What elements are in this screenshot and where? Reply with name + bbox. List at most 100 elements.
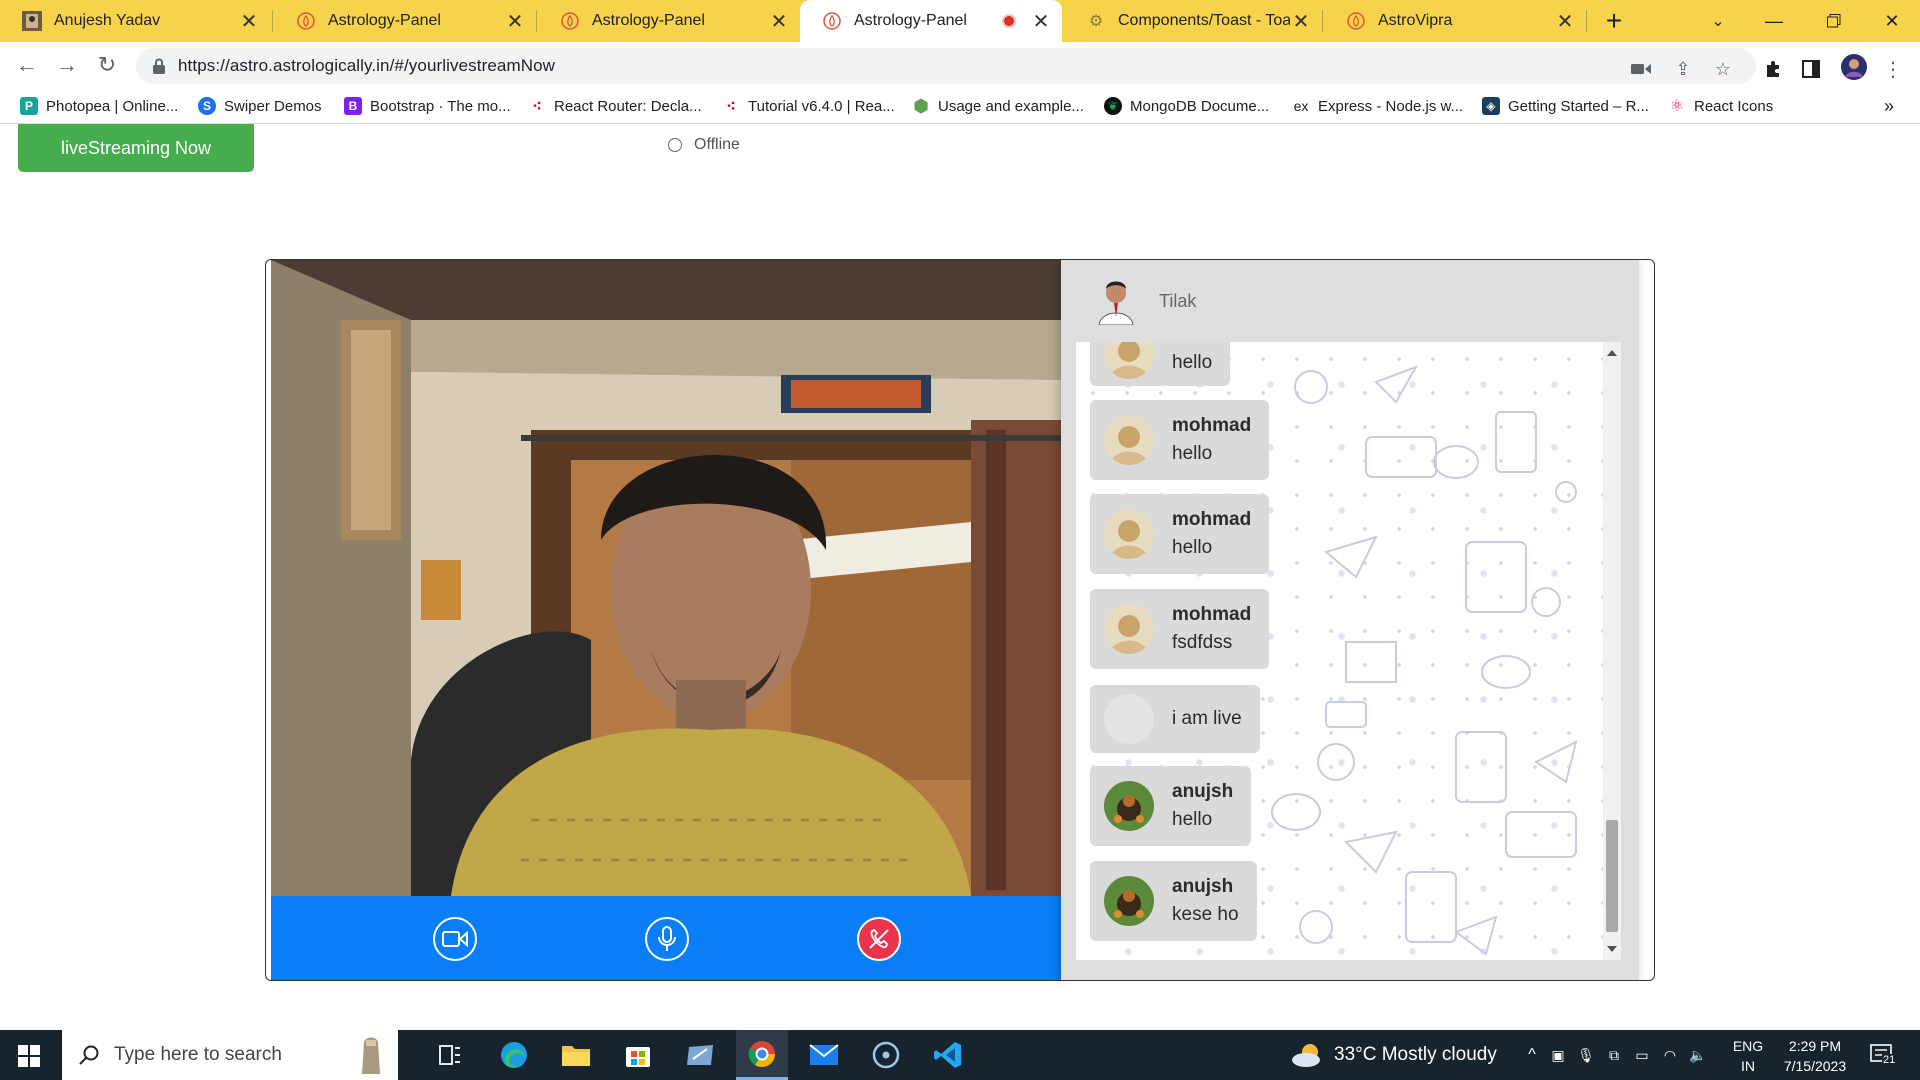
profile-avatar[interactable] — [1840, 53, 1868, 81]
chat-messages[interactable]: hello mohmad hello mohmad hello mohmad f… — [1076, 342, 1603, 960]
message-text: fsdfdss — [1172, 632, 1233, 653]
chat-panel: Tilak hello mohmad hello mohmad hello mo… — [1061, 260, 1639, 980]
file-explorer-icon[interactable] — [550, 1030, 602, 1080]
cloudy-weather-icon — [1292, 1044, 1320, 1067]
bookmark-express[interactable]: ex Express - Node.js w... — [1292, 94, 1463, 118]
close-icon[interactable]: ✕ — [1290, 9, 1312, 34]
tab-components-toast[interactable]: ⚙ Components/Toast - Toast ✕ — [1064, 0, 1322, 42]
end-call-icon[interactable] — [857, 917, 901, 961]
message-text: hello — [1172, 443, 1213, 464]
edge-browser-icon[interactable] — [488, 1030, 540, 1080]
tab-astrovipra[interactable]: AstroVipra ✕ — [1324, 0, 1586, 42]
windows-start-icon[interactable] — [18, 1045, 40, 1067]
bookmark-usage-examples[interactable]: ⬢ Usage and example... — [912, 94, 1084, 118]
camera-tray-icon[interactable]: ▣ — [1544, 1047, 1572, 1064]
forward-arrow-icon[interactable]: → — [52, 50, 82, 80]
close-icon[interactable]: ✕ — [238, 9, 260, 34]
back-arrow-icon[interactable]: ← — [12, 50, 42, 80]
microphone-tray-icon[interactable]: 🎙 — [1572, 1047, 1600, 1064]
close-icon[interactable]: ✕ — [504, 9, 526, 34]
chat-message: anujsh hello — [1090, 766, 1252, 846]
bookmark-getting-started[interactable]: ◈ Getting Started – R... — [1482, 94, 1649, 118]
message-text: hello — [1172, 352, 1213, 373]
scrollbar-thumb[interactable] — [1606, 820, 1618, 932]
livestream-panel: Tilak hello mohmad hello mohmad hello mo… — [265, 259, 1655, 981]
message-text: hello — [1172, 537, 1213, 558]
video-camera-icon[interactable] — [433, 917, 477, 961]
offline-radio[interactable] — [668, 138, 682, 152]
mail-icon[interactable] — [798, 1030, 850, 1080]
bookmarks-overflow-button[interactable]: » — [1884, 94, 1894, 118]
status-toggle[interactable]: Offline — [668, 136, 740, 154]
share-icon[interactable]: ⇪ — [1672, 58, 1694, 80]
tab-astrology-panel-2[interactable]: Astrology-Panel ✕ — [538, 0, 800, 42]
bookmark-swiper[interactable]: S Swiper Demos — [198, 94, 322, 118]
message-content: anujsh kese ho — [1172, 876, 1239, 926]
vscode-icon[interactable] — [922, 1030, 974, 1080]
battery-icon[interactable]: ▭ — [1628, 1047, 1656, 1064]
tab-astrology-panel-active[interactable]: Astrology-Panel ✕ — [800, 0, 1062, 42]
close-icon[interactable]: ✕ — [1554, 9, 1576, 34]
message-text: i am live — [1172, 708, 1242, 729]
new-tab-button[interactable]: + — [1596, 0, 1632, 42]
reload-icon[interactable]: ↻ — [92, 50, 122, 80]
message-content: i am live — [1172, 708, 1242, 730]
wifi-icon[interactable]: ◠ — [1656, 1047, 1684, 1064]
hexagon-icon: ⬢ — [913, 95, 929, 116]
bookmark-photopea[interactable]: P Photopea | Online... — [20, 94, 178, 118]
bookmark-star-icon[interactable]: ☆ — [1712, 58, 1734, 80]
live-streaming-button[interactable]: liveStreaming Now — [18, 124, 254, 172]
volume-icon[interactable]: 🔈 — [1684, 1047, 1712, 1064]
whiteboard-app-icon[interactable] — [674, 1030, 726, 1080]
extensions-puzzle-icon[interactable] — [1762, 58, 1784, 80]
camera-in-use-icon[interactable] — [1630, 58, 1652, 80]
system-tray: ^ ▣ 🎙 ⧉ ▭ ◠ 🔈 — [1520, 1030, 1712, 1080]
chrome-browser-icon[interactable] — [736, 1030, 788, 1080]
photopea-icon: P — [20, 97, 38, 115]
bookmark-react-icons[interactable]: ⚛ React Icons — [1668, 94, 1773, 118]
restore-button[interactable] — [1804, 0, 1864, 42]
bookmark-mongodb[interactable]: ❦ MongoDB Docume... — [1104, 94, 1269, 118]
video-feed — [271, 260, 1061, 896]
side-panel-icon[interactable] — [1800, 58, 1822, 80]
message-content: mohmad hello — [1172, 415, 1251, 465]
weather-widget[interactable]: 33°C Mostly cloudy — [1290, 1030, 1497, 1080]
bookmark-react-router[interactable]: ⁖ React Router: Decla... — [528, 94, 701, 118]
chat-message: mohmad fsdfdss — [1090, 589, 1270, 669]
screen-capture-icon[interactable]: ⧉ — [1600, 1047, 1628, 1064]
tab-title: Astrology-Panel — [592, 12, 705, 29]
address-bar[interactable]: https://astro.astrologically.in/#/yourli… — [136, 48, 1756, 84]
astro-flame-icon — [1346, 11, 1366, 31]
close-window-button[interactable]: ✕ — [1862, 0, 1920, 42]
microsoft-store-icon[interactable] — [612, 1030, 664, 1080]
tab-astrology-panel-1[interactable]: Astrology-Panel ✕ — [274, 0, 536, 42]
bookmark-label: Usage and example... — [938, 97, 1084, 115]
chevron-up-icon[interactable]: ^ — [1520, 1046, 1544, 1064]
tab-anujesh-yadav[interactable]: Anujesh Yadav ✕ — [0, 0, 270, 42]
input-language-indicator[interactable]: ENG IN — [1730, 1036, 1766, 1076]
tab-divider — [1586, 10, 1587, 32]
scroll-up-arrow-icon[interactable] — [1607, 350, 1617, 356]
express-icon: ex — [1293, 98, 1309, 114]
taskbar-search-box[interactable]: Type here to search — [62, 1030, 398, 1080]
bookmark-tutorial[interactable]: ⁖ Tutorial v6.4.0 | Rea... — [722, 94, 895, 118]
scroll-down-arrow-icon[interactable] — [1607, 946, 1617, 952]
clock[interactable]: 2:29 PM 7/15/2023 — [1770, 1036, 1860, 1076]
search-icon — [79, 1045, 99, 1065]
microphone-icon[interactable] — [645, 917, 689, 961]
bookmark-bootstrap[interactable]: B Bootstrap · The mo... — [344, 94, 511, 118]
search-placeholder: Type here to search — [114, 1044, 282, 1065]
task-view-icon[interactable] — [424, 1030, 476, 1080]
status-label: Offline — [694, 136, 740, 153]
chat-scrollbar[interactable] — [1603, 342, 1621, 960]
menu-kebab-icon[interactable]: ⋮ — [1882, 58, 1904, 81]
chat-message: mohmad hello — [1090, 400, 1270, 480]
notification-center-icon[interactable]: 21 — [1868, 1042, 1900, 1070]
tab-search-chevron-icon[interactable]: ⌄ — [1688, 0, 1748, 42]
close-icon[interactable]: ✕ — [768, 9, 790, 34]
lock-icon — [153, 58, 165, 74]
close-icon[interactable]: ✕ — [1030, 9, 1052, 34]
react-icon: ⚛ — [1669, 98, 1685, 115]
media-player-icon[interactable] — [860, 1030, 912, 1080]
minimize-button[interactable]: — — [1744, 0, 1804, 42]
